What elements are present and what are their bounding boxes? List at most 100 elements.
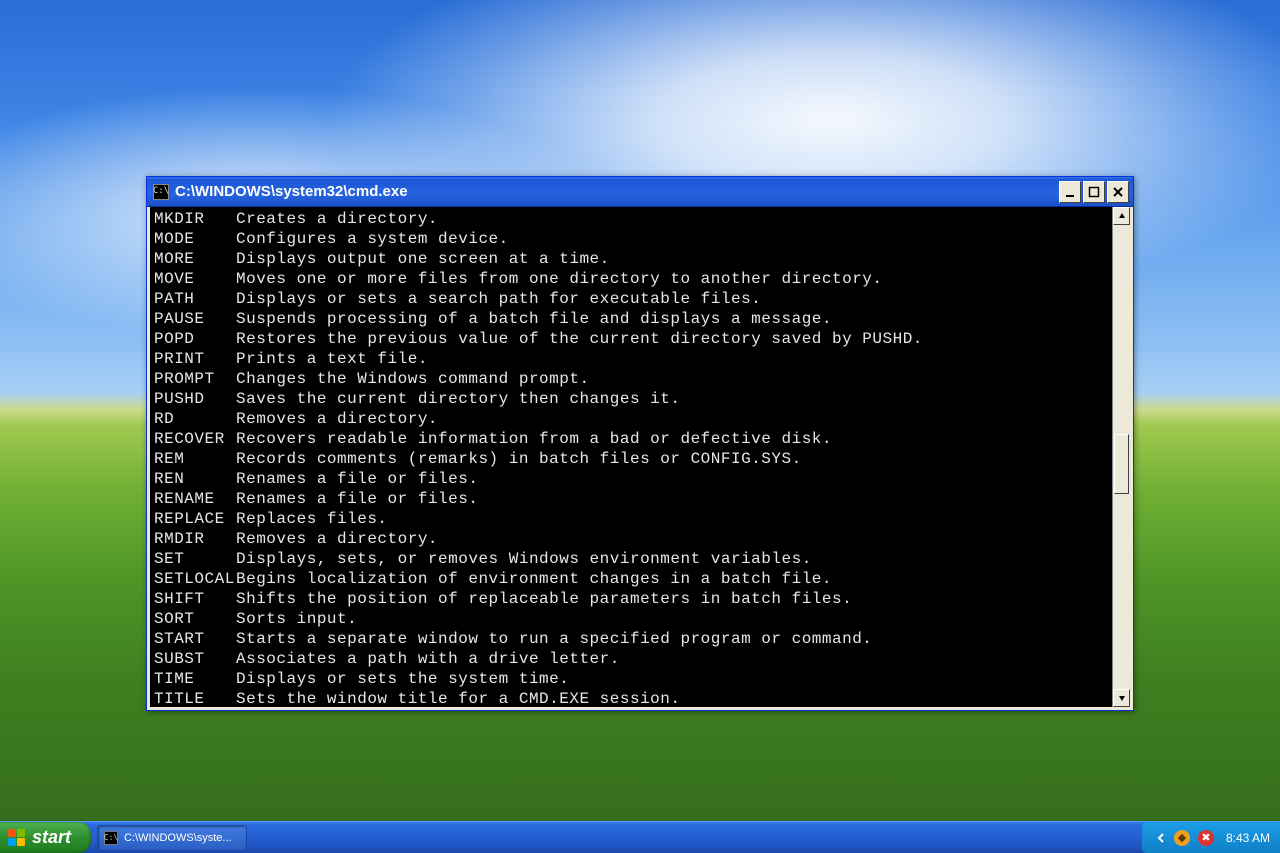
maximize-icon bbox=[1088, 186, 1100, 198]
terminal-line: REPLACEReplaces files. bbox=[154, 509, 1108, 529]
command-description: Records comments (remarks) in batch file… bbox=[236, 449, 802, 469]
command-name: REPLACE bbox=[154, 509, 236, 529]
command-name: PROMPT bbox=[154, 369, 236, 389]
command-description: Saves the current directory then changes… bbox=[236, 389, 680, 409]
tray-expand-button[interactable] bbox=[1156, 833, 1166, 843]
command-description: Sets the window title for a CMD.EXE sess… bbox=[236, 689, 680, 707]
taskbar-item-cmd[interactable]: C:\ C:\WINDOWS\syste... bbox=[97, 825, 247, 851]
command-description: Creates a directory. bbox=[236, 209, 438, 229]
command-description: Restores the previous value of the curre… bbox=[236, 329, 923, 349]
command-name: SORT bbox=[154, 609, 236, 629]
terminal-line: SORTSorts input. bbox=[154, 609, 1108, 629]
command-name: SETLOCAL bbox=[154, 569, 236, 589]
command-description: Displays output one screen at a time. bbox=[236, 249, 610, 269]
command-name: RENAME bbox=[154, 489, 236, 509]
command-name: TITLE bbox=[154, 689, 236, 707]
command-description: Removes a directory. bbox=[236, 409, 438, 429]
scroll-down-button[interactable] bbox=[1113, 689, 1130, 707]
shield-icon[interactable]: ◆ bbox=[1174, 830, 1190, 846]
windows-logo-icon bbox=[8, 829, 26, 847]
minimize-icon bbox=[1064, 186, 1076, 198]
taskbar-item-label: C:\WINDOWS\syste... bbox=[124, 832, 232, 844]
command-name: MORE bbox=[154, 249, 236, 269]
terminal-line: POPDRestores the previous value of the c… bbox=[154, 329, 1108, 349]
cmd-window: C:\ C:\WINDOWS\system32\cmd.exe bbox=[146, 176, 1134, 711]
command-description: Changes the Windows command prompt. bbox=[236, 369, 590, 389]
terminal-line: MODEConfigures a system device. bbox=[154, 229, 1108, 249]
cmd-icon: C:\ bbox=[153, 184, 169, 200]
command-name: PUSHD bbox=[154, 389, 236, 409]
command-description: Replaces files. bbox=[236, 509, 388, 529]
command-description: Moves one or more files from one directo… bbox=[236, 269, 883, 289]
desktop[interactable]: C:\ C:\WINDOWS\system32\cmd.exe bbox=[0, 0, 1280, 853]
command-name: SUBST bbox=[154, 649, 236, 669]
command-description: Starts a separate window to run a specif… bbox=[236, 629, 872, 649]
command-name: PATH bbox=[154, 289, 236, 309]
command-description: Recovers readable information from a bad… bbox=[236, 429, 832, 449]
command-description: Renames a file or files. bbox=[236, 489, 478, 509]
window-title: C:\WINDOWS\system32\cmd.exe bbox=[175, 183, 1053, 200]
command-name: RD bbox=[154, 409, 236, 429]
command-description: Sorts input. bbox=[236, 609, 357, 629]
command-description: Removes a directory. bbox=[236, 529, 438, 549]
command-name: MKDIR bbox=[154, 209, 236, 229]
command-name: SHIFT bbox=[154, 589, 236, 609]
cmd-icon: C:\ bbox=[104, 831, 118, 845]
command-description: Associates a path with a drive letter. bbox=[236, 649, 620, 669]
command-name: START bbox=[154, 629, 236, 649]
command-description: Displays or sets the system time. bbox=[236, 669, 569, 689]
terminal-line: RDRemoves a directory. bbox=[154, 409, 1108, 429]
maximize-button[interactable] bbox=[1083, 181, 1105, 203]
terminal-line: RMDIRRemoves a directory. bbox=[154, 529, 1108, 549]
command-description: Displays, sets, or removes Windows envir… bbox=[236, 549, 812, 569]
command-description: Shifts the position of replaceable param… bbox=[236, 589, 852, 609]
terminal-line: PUSHDSaves the current directory then ch… bbox=[154, 389, 1108, 409]
terminal-line: SETDisplays, sets, or removes Windows en… bbox=[154, 549, 1108, 569]
terminal-line: RECOVERRecovers readable information fro… bbox=[154, 429, 1108, 449]
command-name: RMDIR bbox=[154, 529, 236, 549]
task-items: C:\ C:\WINDOWS\syste... bbox=[91, 822, 1142, 853]
close-icon bbox=[1112, 186, 1124, 198]
titlebar[interactable]: C:\ C:\WINDOWS\system32\cmd.exe bbox=[147, 177, 1133, 207]
terminal-line: MOREDisplays output one screen at a time… bbox=[154, 249, 1108, 269]
chevron-left-icon bbox=[1156, 833, 1166, 843]
taskbar: start C:\ C:\WINDOWS\syste... ◆ ✖ 8:43 A… bbox=[0, 821, 1280, 853]
chevron-up-icon bbox=[1118, 212, 1126, 220]
command-description: Begins localization of environment chang… bbox=[236, 569, 832, 589]
terminal-line: PATHDisplays or sets a search path for e… bbox=[154, 289, 1108, 309]
terminal-line: PRINTPrints a text file. bbox=[154, 349, 1108, 369]
terminal-line: RENAMERenames a file or files. bbox=[154, 489, 1108, 509]
command-name: RECOVER bbox=[154, 429, 236, 449]
close-button[interactable] bbox=[1107, 181, 1129, 203]
scroll-track[interactable] bbox=[1113, 225, 1130, 689]
command-name: SET bbox=[154, 549, 236, 569]
terminal-output[interactable]: MKDIRCreates a directory.MODEConfigures … bbox=[150, 207, 1112, 707]
command-name: TIME bbox=[154, 669, 236, 689]
terminal-line: PAUSESuspends processing of a batch file… bbox=[154, 309, 1108, 329]
scroll-up-button[interactable] bbox=[1113, 207, 1130, 225]
chevron-down-icon bbox=[1118, 694, 1126, 702]
command-name: PRINT bbox=[154, 349, 236, 369]
scroll-thumb[interactable] bbox=[1114, 434, 1129, 494]
command-name: REN bbox=[154, 469, 236, 489]
minimize-button[interactable] bbox=[1059, 181, 1081, 203]
terminal-line: TITLESets the window title for a CMD.EXE… bbox=[154, 689, 1108, 707]
terminal-line: SUBSTAssociates a path with a drive lett… bbox=[154, 649, 1108, 669]
command-name: REM bbox=[154, 449, 236, 469]
scrollbar-vertical bbox=[1112, 207, 1130, 707]
terminal-line: SHIFTShifts the position of replaceable … bbox=[154, 589, 1108, 609]
terminal-line: MOVEMoves one or more files from one dir… bbox=[154, 269, 1108, 289]
terminal-line: TIMEDisplays or sets the system time. bbox=[154, 669, 1108, 689]
terminal-line: RENRenames a file or files. bbox=[154, 469, 1108, 489]
command-description: Prints a text file. bbox=[236, 349, 428, 369]
security-alert-icon[interactable]: ✖ bbox=[1198, 830, 1214, 846]
terminal-line: STARTStarts a separate window to run a s… bbox=[154, 629, 1108, 649]
command-description: Renames a file or files. bbox=[236, 469, 478, 489]
command-name: POPD bbox=[154, 329, 236, 349]
system-tray: ◆ ✖ 8:43 AM bbox=[1142, 822, 1280, 853]
command-description: Configures a system device. bbox=[236, 229, 509, 249]
terminal-line: SETLOCALBegins localization of environme… bbox=[154, 569, 1108, 589]
window-controls bbox=[1059, 181, 1129, 203]
taskbar-clock[interactable]: 8:43 AM bbox=[1226, 831, 1270, 845]
start-button[interactable]: start bbox=[0, 822, 91, 853]
